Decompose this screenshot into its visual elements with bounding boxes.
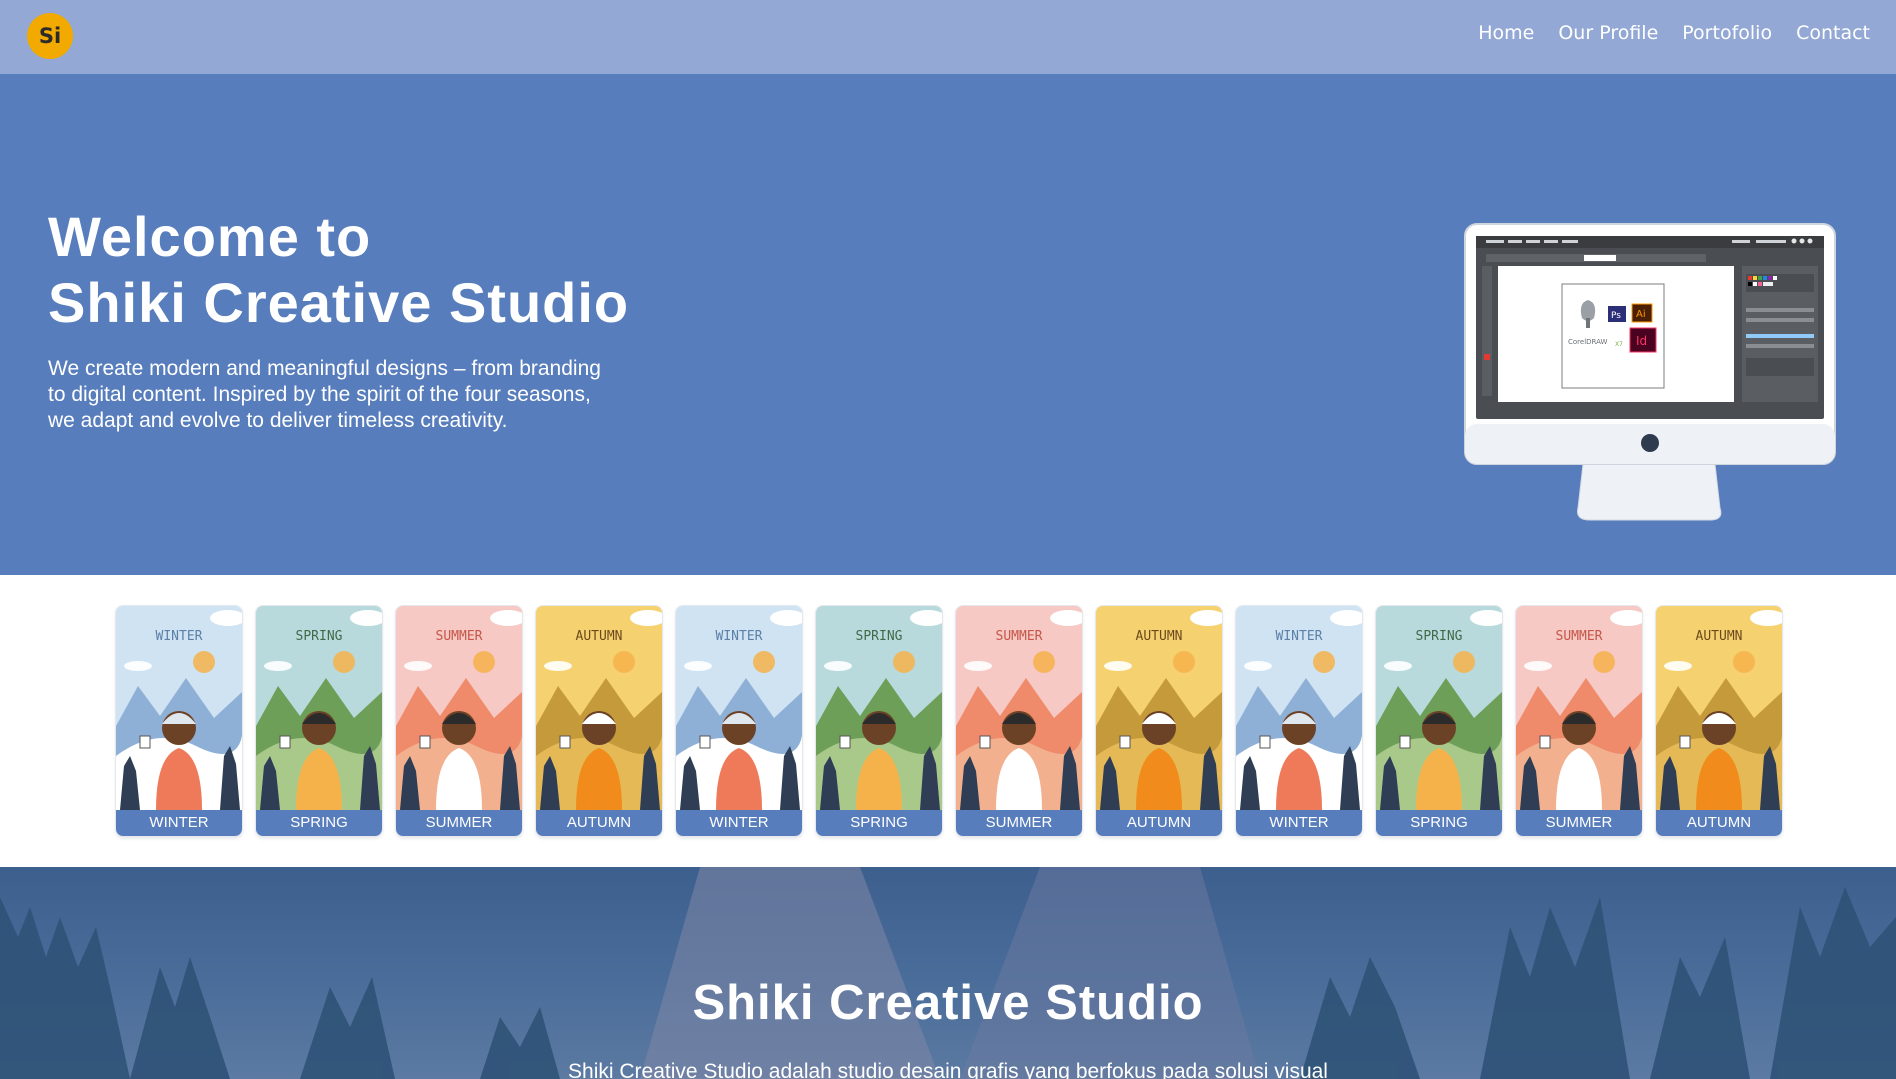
season-illustration: SUMMER: [396, 606, 522, 810]
nav-menu: Home Our Profile Portofolio Contact: [1478, 22, 1870, 44]
about-text: Shiki Creative Studio adalah studio desa…: [568, 1060, 1328, 1079]
season-image-title: WINTER: [156, 629, 203, 644]
season-illustration: WINTER: [116, 606, 242, 810]
season-label: SPRING: [816, 810, 942, 836]
season-image-title: SUMMER: [1556, 629, 1603, 644]
season-illustration: SPRING: [816, 606, 942, 810]
hero-title-line2: Shiki Creative Studio: [48, 271, 630, 334]
season-illustration: WINTER: [676, 606, 802, 810]
season-card[interactable]: SUMMER SUMMER: [956, 606, 1082, 836]
hero-subtitle-line3: we adapt and evolve to deliver timeless …: [48, 409, 508, 432]
season-image-title: AUTUMN: [576, 629, 623, 644]
nav-contact[interactable]: Contact: [1796, 22, 1870, 44]
season-card[interactable]: WINTER WINTER: [1236, 606, 1362, 836]
season-card[interactable]: AUTUMN AUTUMN: [1096, 606, 1222, 836]
season-label: WINTER: [676, 810, 802, 836]
season-illustration: SUMMER: [956, 606, 1082, 810]
hero-title-line1: Welcome to: [48, 205, 372, 268]
season-image-title: WINTER: [1276, 629, 1323, 644]
hero-title: Welcome to Shiki Creative Studio: [48, 204, 629, 336]
forest-background: [0, 867, 1896, 1079]
season-image-title: AUTUMN: [1136, 629, 1183, 644]
id-logo-text: Id: [1636, 334, 1647, 348]
about-title: Shiki Creative Studio: [692, 976, 1204, 1030]
season-card[interactable]: SUMMER SUMMER: [396, 606, 522, 836]
season-label: SUMMER: [956, 810, 1082, 836]
season-card[interactable]: SPRING SPRING: [256, 606, 382, 836]
season-label: SUMMER: [396, 810, 522, 836]
season-label: WINTER: [1236, 810, 1362, 836]
hero-section: Welcome to Shiki Creative Studio We crea…: [0, 74, 1896, 575]
season-card[interactable]: SPRING SPRING: [816, 606, 942, 836]
hero-subtitle-line2: to digital content. Inspired by the spir…: [48, 383, 591, 406]
season-card[interactable]: WINTER WINTER: [676, 606, 802, 836]
season-card[interactable]: AUTUMN AUTUMN: [536, 606, 662, 836]
season-card[interactable]: WINTER WINTER: [116, 606, 242, 836]
season-illustration: AUTUMN: [536, 606, 662, 810]
season-label: SUMMER: [1516, 810, 1642, 836]
season-label: AUTUMN: [536, 810, 662, 836]
season-image-title: SPRING: [1416, 629, 1463, 644]
nav-home[interactable]: Home: [1478, 22, 1534, 44]
season-label: SPRING: [1376, 810, 1502, 836]
season-image-title: SPRING: [296, 629, 343, 644]
season-image-title: SUMMER: [996, 629, 1043, 644]
season-illustration: SPRING: [1376, 606, 1502, 810]
season-illustration: WINTER: [1236, 606, 1362, 810]
season-illustration: SUMMER: [1516, 606, 1642, 810]
hero-subtitle-line1: We create modern and meaningful designs …: [48, 357, 601, 380]
season-image-title: AUTUMN: [1696, 629, 1743, 644]
season-illustration: AUTUMN: [1656, 606, 1782, 810]
about-section: Shiki Creative Studio Shiki Creative Stu…: [0, 867, 1896, 1079]
season-image-title: SPRING: [856, 629, 903, 644]
season-image-title: WINTER: [716, 629, 763, 644]
season-label: AUTUMN: [1096, 810, 1222, 836]
seasons-gallery: WINTER WINTER SPRING SPRING SUMMER SUMMER AUTU…: [0, 575, 1896, 867]
season-card[interactable]: SPRING SPRING: [1376, 606, 1502, 836]
season-illustration: AUTUMN: [1096, 606, 1222, 810]
nav-our-profile[interactable]: Our Profile: [1558, 22, 1658, 44]
season-card[interactable]: AUTUMN AUTUMN: [1656, 606, 1782, 836]
nav-portofolio[interactable]: Portofolio: [1682, 22, 1772, 44]
season-label: AUTUMN: [1656, 810, 1782, 836]
season-card[interactable]: SUMMER SUMMER: [1516, 606, 1642, 836]
season-label: WINTER: [116, 810, 242, 836]
season-image-title: SUMMER: [436, 629, 483, 644]
season-label: SPRING: [256, 810, 382, 836]
ai-logo-text: Ai: [1636, 309, 1646, 320]
corel-version-text: X7: [1615, 341, 1623, 348]
hero-subtitle: We create modern and meaningful designs …: [48, 356, 668, 434]
season-illustration: SPRING: [256, 606, 382, 810]
monitor-illustration: CorelDRAW X7 Ps Ai Id: [1464, 223, 1836, 521]
navbar: Si Home Our Profile Portofolio Contact: [0, 0, 1896, 74]
ps-logo-text: Ps: [1611, 311, 1621, 321]
logo[interactable]: Si: [27, 13, 73, 59]
corel-logo-text: CorelDRAW: [1568, 338, 1608, 346]
seasons-card-row: WINTER WINTER SPRING SPRING SUMMER SUMMER AUTU…: [116, 606, 1782, 836]
